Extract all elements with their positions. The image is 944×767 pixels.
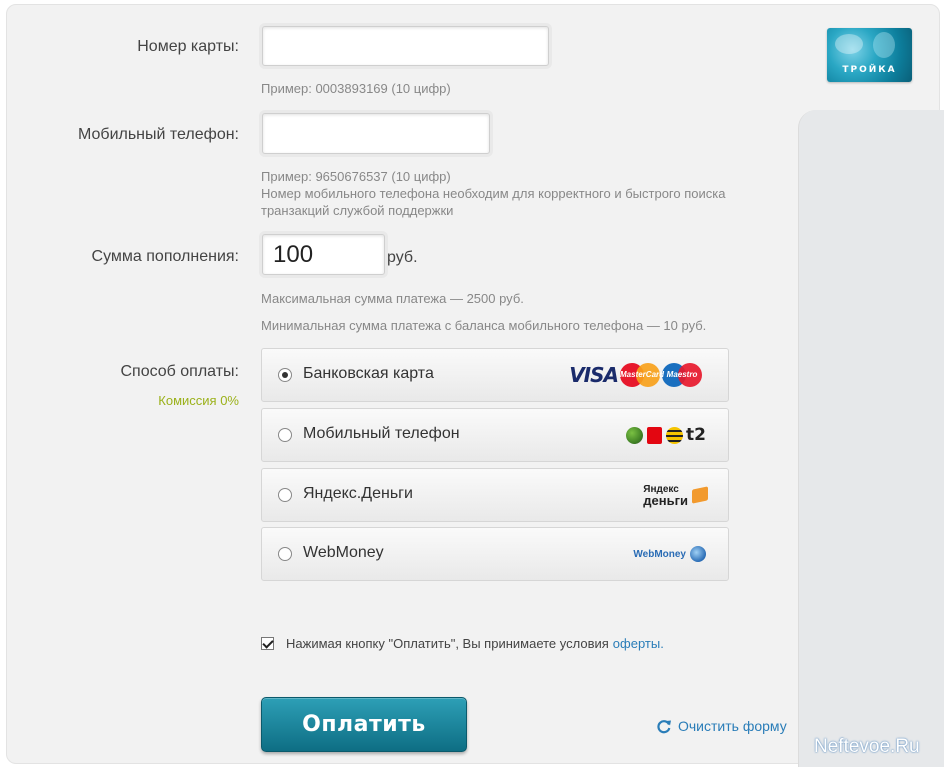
payment-option-webmoney[interactable]: WebMoney WebMoney (261, 527, 729, 581)
offer-link[interactable]: оферты. (613, 636, 664, 651)
radio-yandex-money[interactable] (278, 488, 292, 502)
payment-option-mobile[interactable]: Мобильный телефон t2 (261, 408, 729, 462)
phone-hint-purpose-cont: транзакций службой поддержки (261, 203, 454, 218)
troika-card-logo: ТРОЙКА (827, 28, 912, 82)
amount-label: Сумма пополнения: (91, 248, 239, 265)
option-label-yandex-money: Яндекс.Деньги (303, 485, 413, 502)
phone-label: Мобильный телефон: (78, 126, 239, 143)
option-label-webmoney: WebMoney (303, 544, 384, 561)
card-number-label: Номер карты: (137, 38, 239, 55)
max-amount-hint: Максимальная сумма платежа — 2500 руб. (261, 291, 524, 306)
clear-form-label: Очистить форму (678, 718, 787, 734)
wallet-icon (692, 486, 708, 504)
yandex-money-logo: Яндекс деньги (643, 469, 708, 521)
globe-icon (690, 546, 706, 562)
payment-option-yandex-money[interactable]: Яндекс.Деньги Яндекс деньги (261, 468, 729, 522)
megafon-icon (626, 426, 644, 444)
maestro-logo-text: Maestro (666, 370, 698, 379)
radio-webmoney[interactable] (278, 547, 292, 561)
commission-text: Комиссия 0% (158, 393, 239, 408)
tele2-logo: t2 (686, 425, 706, 445)
side-tab (798, 110, 944, 767)
phone-hint-purpose: Номер мобильного телефона необходим для … (261, 186, 726, 201)
payment-option-bank-card[interactable]: Банковская карта VISA MasterCard Maestro (261, 348, 729, 402)
mobile-operators-logo: t2 (622, 409, 706, 461)
troika-logo-text: ТРОЙКА (842, 65, 897, 75)
offer-agreement: Нажимая кнопку "Оплатить", Вы принимаете… (261, 636, 664, 651)
maestro-logo: Maestro (662, 363, 702, 387)
card-number-hint: Пример: 0003893169 (10 цифр) (261, 81, 451, 96)
dengi-logo-text: деньги (643, 493, 688, 508)
agreement-text: Нажимая кнопку "Оплатить", Вы принимаете… (286, 636, 609, 651)
beeline-icon (666, 426, 684, 444)
webmoney-logo: WebMoney (633, 528, 706, 580)
amount-currency: руб. (387, 249, 418, 266)
radio-bank-card[interactable] (278, 368, 292, 382)
phone-hint-example: Пример: 9650676537 (10 цифр) (261, 169, 451, 184)
min-amount-hint: Минимальная сумма платежа с баланса моби… (261, 318, 707, 333)
card-number-input[interactable] (262, 26, 549, 66)
refresh-icon (657, 720, 671, 734)
visa-logo: VISA (569, 363, 619, 387)
mts-icon (647, 426, 663, 444)
option-label-bank-card: Банковская карта (303, 365, 434, 382)
pay-button[interactable]: Оплатить (261, 697, 467, 752)
phone-input[interactable] (262, 113, 490, 154)
option-label-mobile: Мобильный телефон (303, 425, 460, 442)
mastercard-logo: MasterCard (620, 363, 665, 387)
payment-method-label: Способ оплаты: (120, 363, 239, 380)
agreement-checkbox[interactable] (261, 637, 274, 650)
amount-input[interactable] (262, 234, 385, 275)
mastercard-logo-text: MasterCard (620, 370, 665, 379)
webmoney-logo-text: WebMoney (633, 548, 686, 560)
site-watermark: Neftevoe.Ru (814, 736, 920, 757)
radio-mobile[interactable] (278, 428, 292, 442)
card-brands-logo: VISA MasterCard Maestro (569, 349, 702, 401)
clear-form-link[interactable]: Очистить форму (656, 718, 787, 734)
